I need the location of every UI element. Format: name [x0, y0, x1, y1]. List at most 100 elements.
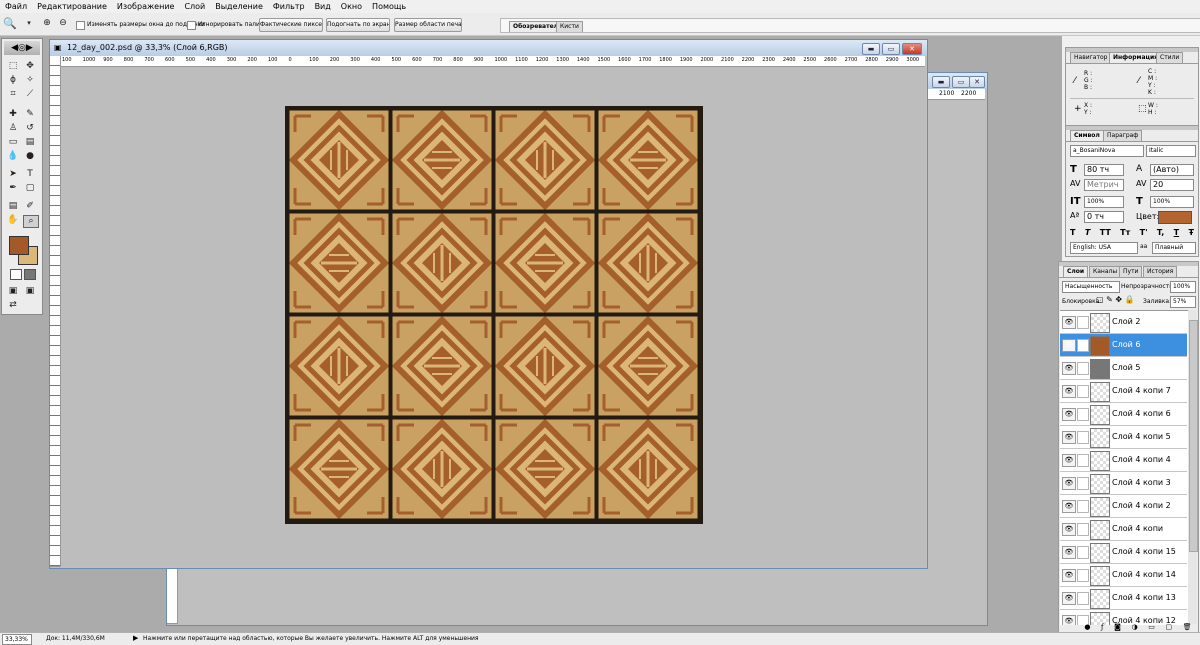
blur-tool-icon[interactable]: 💧 — [6, 151, 20, 162]
stamp-tool-icon[interactable]: ♙ — [6, 123, 20, 134]
minimize-icon[interactable]: ▬ — [862, 43, 880, 55]
layer-row[interactable]: 👁 Слой 2 — [1060, 311, 1187, 334]
superscript-button[interactable]: T' — [1140, 228, 1148, 240]
layer-link-icon[interactable] — [1077, 316, 1089, 329]
toolbox-header-icon[interactable]: ◀◎▶ — [4, 41, 40, 55]
canvas-image[interactable] — [285, 106, 703, 524]
subscript-button[interactable]: T, — [1157, 228, 1164, 240]
layer-link-icon[interactable]: ✎ — [1077, 339, 1089, 352]
history-brush-icon[interactable]: ↺ — [23, 123, 37, 134]
actual-pixels-button[interactable]: Фактические пикселы — [259, 18, 323, 32]
resize-windows-checkbox[interactable] — [76, 21, 85, 30]
tab-character[interactable]: Символ — [1070, 130, 1104, 141]
menu-item[interactable]: Вид — [310, 2, 336, 11]
menu-item[interactable]: Окно — [336, 2, 367, 11]
marquee-tool-icon[interactable]: ⬚ — [6, 61, 20, 72]
tab-history[interactable]: История — [1143, 266, 1178, 277]
hand-tool-icon[interactable]: ✋ — [6, 215, 20, 226]
visibility-eye-icon[interactable]: 👁 — [1062, 339, 1076, 352]
layer-link-icon[interactable] — [1077, 477, 1089, 490]
menu-item[interactable]: Слой — [179, 2, 210, 11]
magic-wand-icon[interactable]: ✧ — [23, 75, 37, 86]
visibility-eye-icon[interactable]: 👁 — [1062, 569, 1076, 582]
quick-mask-icon[interactable] — [24, 269, 36, 280]
text-color-swatch[interactable] — [1158, 211, 1192, 224]
layer-link-icon[interactable] — [1077, 546, 1089, 559]
zoom-tool-icon[interactable]: 🔍 — [3, 18, 17, 29]
foreground-color-swatch[interactable] — [9, 236, 29, 255]
baseline-shift-field[interactable]: 0 тч — [1084, 211, 1124, 223]
visibility-eye-icon[interactable]: 👁 — [1062, 615, 1076, 625]
blend-mode-select[interactable]: Насыщенность — [1062, 281, 1120, 293]
type-tool-icon[interactable]: T — [23, 169, 37, 180]
tab-info[interactable]: Информация — [1109, 52, 1162, 63]
faux-italic-button[interactable]: T — [1085, 228, 1090, 240]
group-icon[interactable]: ▭ — [1148, 623, 1155, 631]
notes-tool-icon[interactable]: ▤ — [6, 201, 20, 212]
tab-paragraph[interactable]: Параграф — [1103, 130, 1143, 141]
horizontal-scale-field[interactable]: 100% — [1150, 196, 1194, 208]
layer-row[interactable]: 👁 Слой 4 копи — [1060, 518, 1187, 541]
layer-link-icon[interactable] — [1077, 523, 1089, 536]
layer-link-icon[interactable] — [1077, 385, 1089, 398]
delete-layer-icon[interactable]: 🗑 — [1183, 623, 1192, 631]
fit-screen-button[interactable]: Подогнать по экрану — [326, 18, 390, 32]
lock-icons[interactable]: ▢ ✎ ✥ 🔒 — [1096, 295, 1135, 304]
visibility-eye-icon[interactable]: 👁 — [1062, 477, 1076, 490]
tab-paths[interactable]: Пути — [1119, 266, 1143, 277]
font-style-select[interactable]: Italic — [1146, 145, 1196, 157]
menu-item[interactable]: Фильтр — [268, 2, 310, 11]
preset-dropdown-icon[interactable]: ▾ — [22, 18, 36, 29]
layer-row[interactable]: 👁 Слой 4 копи 15 — [1060, 541, 1187, 564]
new-layer-icon[interactable]: ▢ — [1166, 623, 1173, 631]
layer-link-icon[interactable] — [1077, 431, 1089, 444]
pen-tool-icon[interactable]: ✒ — [6, 183, 20, 194]
print-size-button[interactable]: Размер области печати — [394, 18, 462, 32]
visibility-eye-icon[interactable]: 👁 — [1062, 500, 1076, 513]
small-caps-button[interactable]: Tт — [1120, 228, 1130, 240]
layer-row[interactable]: 👁 Слой 4 копи 7 — [1060, 380, 1187, 403]
tab-brushes[interactable]: Кисти — [556, 21, 583, 32]
layer-row[interactable]: 👁 Слой 4 копи 14 — [1060, 564, 1187, 587]
close-icon[interactable]: ✕ — [902, 43, 922, 55]
layer-link-icon[interactable] — [1077, 362, 1089, 375]
visibility-eye-icon[interactable]: 👁 — [1062, 362, 1076, 375]
layer-link-icon[interactable] — [1077, 454, 1089, 467]
visibility-eye-icon[interactable]: 👁 — [1062, 431, 1076, 444]
mask-icon[interactable]: ◙ — [1114, 623, 1121, 631]
visibility-eye-icon[interactable]: 👁 — [1062, 316, 1076, 329]
standard-mode-icon[interactable] — [10, 269, 22, 280]
layer-row[interactable]: 👁 Слой 4 копи 13 — [1060, 587, 1187, 610]
ignore-palettes-checkbox[interactable] — [187, 21, 196, 30]
zoom-field[interactable]: 33,33% — [2, 634, 32, 645]
kerning-field[interactable]: Метрич — [1084, 179, 1124, 191]
opacity-field[interactable]: 100% — [1170, 281, 1196, 293]
layer-style-icon[interactable]: ƒ — [1101, 623, 1103, 631]
font-size-field[interactable]: 80 тч — [1084, 164, 1124, 176]
menu-item[interactable]: Файл — [0, 2, 32, 11]
strikethrough-button[interactable]: Ŧ — [1189, 228, 1194, 240]
path-select-icon[interactable]: ➤ — [6, 169, 20, 180]
vertical-scale-field[interactable]: 100% — [1084, 196, 1124, 208]
tab-navigator[interactable]: Навигатор — [1070, 52, 1112, 63]
healing-brush-icon[interactable]: ✚ — [6, 109, 20, 120]
all-caps-button[interactable]: TT — [1100, 228, 1111, 240]
layer-link-icon[interactable] — [1077, 569, 1089, 582]
layer-row[interactable]: 👁 Слой 4 копи 6 — [1060, 403, 1187, 426]
menu-item[interactable]: Выделение — [210, 2, 268, 11]
zoom-out-icon[interactable]: ⊖ — [56, 18, 70, 29]
zoom-tool-icon[interactable]: ⌕ — [23, 215, 39, 228]
layer-link-icon[interactable] — [1077, 592, 1089, 605]
close-icon[interactable]: ✕ — [969, 76, 985, 88]
language-select[interactable]: English: USA — [1070, 242, 1138, 254]
layer-row[interactable]: 👁 Слой 4 копи 3 — [1060, 472, 1187, 495]
move-tool-icon[interactable]: ✥ — [23, 61, 37, 72]
visibility-eye-icon[interactable]: 👁 — [1062, 523, 1076, 536]
status-arrow-icon[interactable]: ▶ — [133, 634, 138, 642]
screen-mode-standard-icon[interactable]: ▣ — [6, 286, 20, 297]
visibility-eye-icon[interactable]: 👁 — [1062, 546, 1076, 559]
screen-mode-full-icon[interactable]: ▣ — [23, 286, 37, 297]
visibility-eye-icon[interactable]: 👁 — [1062, 385, 1076, 398]
layer-row[interactable]: 👁 Слой 5 — [1060, 357, 1187, 380]
minimize-icon[interactable]: ▬ — [932, 76, 950, 88]
